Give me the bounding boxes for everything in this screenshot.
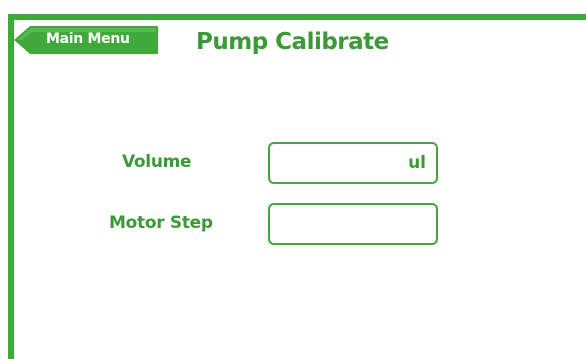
page-title: Pump Calibrate bbox=[196, 29, 389, 55]
volume-label: Volume bbox=[122, 152, 192, 172]
main-menu-label: Main Menu bbox=[46, 31, 130, 47]
main-menu-button[interactable]: Main Menu bbox=[14, 26, 158, 54]
volume-value bbox=[280, 144, 388, 182]
screen-frame bbox=[8, 14, 586, 359]
volume-unit: ul bbox=[408, 153, 426, 173]
motor-step-value bbox=[280, 205, 426, 243]
volume-input[interactable]: ul bbox=[268, 142, 438, 184]
motor-step-label: Motor Step bbox=[109, 213, 213, 233]
motor-step-input[interactable] bbox=[268, 203, 438, 245]
